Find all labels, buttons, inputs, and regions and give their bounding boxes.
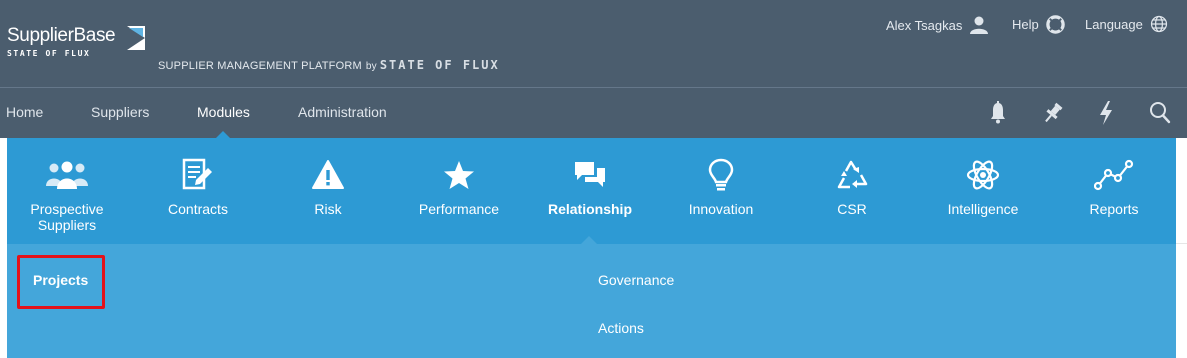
- line-chart-icon: [1094, 159, 1134, 191]
- warning-icon: [312, 160, 344, 189]
- language-label: Language: [1085, 16, 1143, 32]
- user-menu[interactable]: Alex Tsagkas: [886, 15, 989, 35]
- logo-mark-icon: [127, 26, 145, 50]
- search-icon[interactable]: [1149, 101, 1171, 125]
- logo-subtitle: STATE OF FLUX: [7, 49, 91, 58]
- nav-item-home[interactable]: Home: [6, 104, 43, 120]
- submenu-item-actions[interactable]: Actions: [598, 320, 644, 336]
- module-intelligence[interactable]: Intelligence: [923, 156, 1043, 217]
- tagline-text: SUPPLIER MANAGEMENT PLATFORM: [158, 60, 362, 72]
- module-label: Reports: [1089, 201, 1139, 217]
- tagline-by: by: [365, 61, 377, 72]
- relationship-submenu: [7, 244, 1176, 358]
- nav-item-modules[interactable]: Modules: [197, 104, 250, 120]
- logo-name: SupplierBase: [7, 25, 116, 46]
- nav-item-administration[interactable]: Administration: [298, 104, 387, 120]
- lightbulb-icon: [708, 158, 734, 191]
- pin-icon[interactable]: [1041, 101, 1065, 125]
- platform-tagline: SUPPLIER MANAGEMENT PLATFORM by STATE OF F…: [158, 58, 500, 72]
- nav-item-suppliers[interactable]: Suppliers: [91, 104, 149, 120]
- module-label: Innovation: [688, 201, 754, 217]
- module-label: Risk: [314, 201, 342, 217]
- bell-icon[interactable]: [988, 101, 1008, 125]
- user-name: Alex Tsagkas: [886, 17, 963, 33]
- atom-icon: [966, 160, 1000, 190]
- users-icon: [46, 161, 88, 189]
- module-relationship[interactable]: Relationship: [530, 156, 650, 217]
- module-label: Intelligence: [947, 201, 1019, 217]
- submenu-item-governance[interactable]: Governance: [598, 272, 674, 288]
- module-label: Relationship: [547, 201, 632, 217]
- globe-icon: [1150, 15, 1167, 33]
- chat-icon: [575, 162, 605, 187]
- module-innovation[interactable]: Innovation: [661, 156, 781, 217]
- module-performance[interactable]: Performance: [399, 156, 519, 217]
- projects-highlight-box: [17, 255, 105, 309]
- module-active-caret: [581, 236, 597, 244]
- module-prospective-suppliers[interactable]: Prospective Suppliers: [7, 156, 127, 233]
- module-label: Performance: [418, 201, 500, 217]
- module-risk[interactable]: Risk: [268, 156, 388, 217]
- module-csr[interactable]: CSR: [792, 156, 912, 217]
- module-contracts[interactable]: Contracts: [138, 156, 258, 217]
- language-selector[interactable]: Language: [1085, 15, 1168, 33]
- top-header: SupplierBase STATE OF FLUX SUPPLIER MANA…: [0, 0, 1187, 88]
- recycle-icon: [837, 160, 868, 189]
- supplierbase-logo[interactable]: SupplierBase STATE OF FLUX: [7, 24, 145, 58]
- module-label: Contracts: [168, 201, 228, 217]
- main-nav: Home Suppliers Modules Administration: [0, 88, 1187, 139]
- help-link[interactable]: Help: [1012, 15, 1065, 34]
- module-reports[interactable]: Reports: [1054, 156, 1174, 217]
- lifebuoy-icon: [1045, 15, 1065, 34]
- help-label: Help: [1012, 17, 1039, 32]
- page-divider: [1176, 243, 1187, 244]
- tagline-brand: STATE OF FLUX: [379, 58, 500, 72]
- document-edit-icon: [182, 158, 212, 190]
- module-label: Prospective Suppliers: [30, 201, 104, 233]
- user-icon: [970, 16, 989, 34]
- star-icon: [444, 161, 474, 189]
- module-label: CSR: [837, 201, 867, 217]
- lightning-icon[interactable]: [1097, 101, 1115, 125]
